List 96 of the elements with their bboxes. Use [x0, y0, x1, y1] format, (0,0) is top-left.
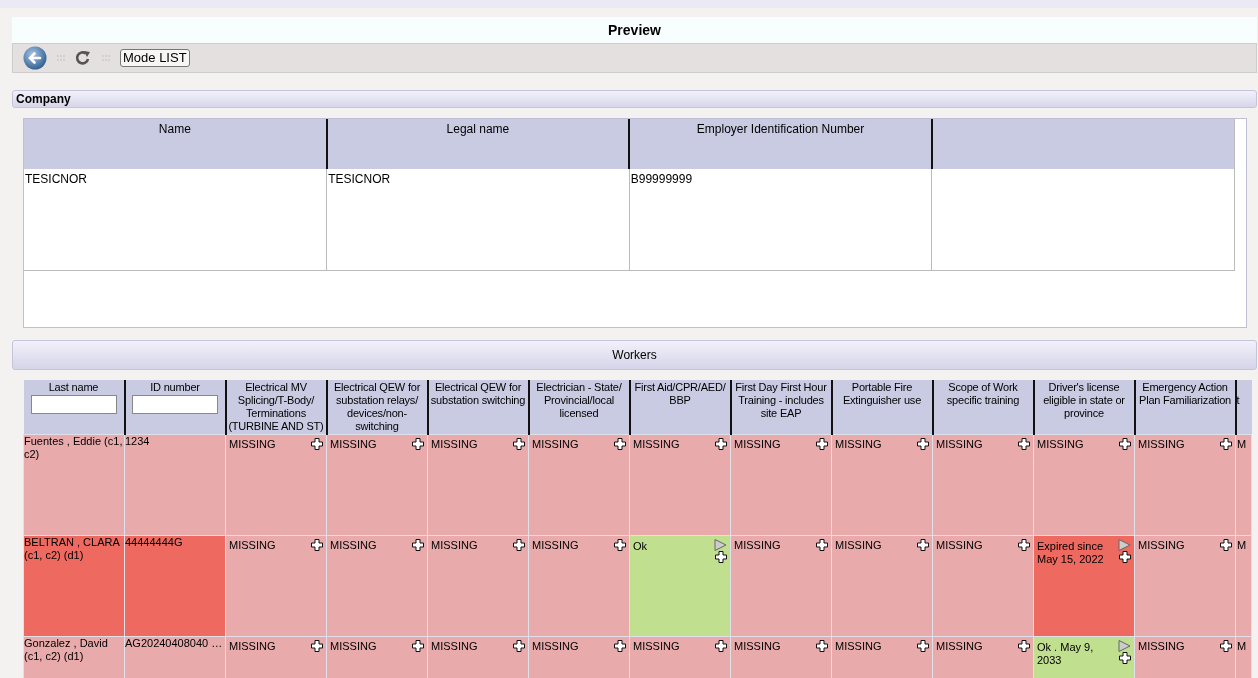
status-text: MISSING — [229, 539, 276, 552]
plus-icon[interactable] — [1220, 640, 1232, 652]
plus-icon[interactable] — [412, 640, 424, 652]
column-header: Electrician - State/ Provincial/local licensed — [528, 380, 630, 435]
section-header: Workers — [12, 340, 1257, 370]
plus-icon[interactable] — [917, 539, 929, 551]
status-text: MISSING — [229, 438, 276, 451]
plus-icon[interactable] — [412, 539, 424, 551]
status-text: MISSING — [835, 539, 882, 552]
column-header: Electrical MV Splicing/T-Body/ Terminations (TURBINE AND ST) — [225, 380, 327, 435]
plus-icon[interactable] — [614, 438, 626, 450]
plus-icon[interactable] — [715, 438, 727, 450]
status-text: MISSING — [734, 539, 781, 552]
plus-icon[interactable] — [1018, 640, 1030, 652]
column-header: Name — [24, 119, 327, 169]
plus-icon[interactable] — [1220, 539, 1232, 551]
table-cell: TESICNOR — [326, 169, 630, 270]
plus-icon[interactable] — [311, 539, 323, 551]
column-header: Electrical QEW for substation relays/ devices/non-switching — [326, 380, 428, 435]
status-text: MISSING — [229, 640, 276, 653]
mode-button[interactable]: Mode LIST — [120, 49, 190, 67]
status-text: MISSING — [936, 539, 983, 552]
column-header: Emergency Action Plan Familiarization — [1134, 380, 1236, 435]
table-cell: Gonzalez , David (c1, c2) (d1) — [23, 636, 125, 678]
filter-field[interactable] — [132, 395, 218, 414]
plus-icon[interactable] — [816, 640, 828, 652]
plus-icon[interactable] — [513, 640, 525, 652]
plus-icon[interactable] — [1118, 652, 1131, 664]
plus-icon[interactable] — [917, 438, 929, 450]
plus-icon[interactable] — [614, 539, 626, 551]
column-header: Electrical QEW for substation switching — [427, 380, 529, 435]
status-text: MISSING — [734, 640, 781, 653]
column-header: Employer Identification Number — [629, 119, 932, 169]
plus-icon[interactable] — [311, 640, 323, 652]
status-text: MISSING — [734, 438, 781, 451]
window-title: Preview — [12, 17, 1257, 43]
plus-icon[interactable] — [513, 438, 525, 450]
status-text: MISSING — [936, 640, 983, 653]
table-cell: 44444444G — [124, 535, 226, 637]
status-text: M — [1237, 640, 1247, 653]
column-header: Last name — [48, 381, 99, 393]
status-text: MISSING — [532, 640, 579, 653]
filter-field[interactable] — [30, 395, 117, 414]
table-cell: B99999999 — [629, 169, 932, 270]
column-header: Scope of Work specific training — [932, 380, 1034, 435]
status-text: MISSING — [835, 438, 882, 451]
plus-icon[interactable] — [715, 640, 727, 652]
status-text: MISSING — [633, 438, 680, 451]
status-text: MISSING — [1138, 438, 1185, 451]
status-text: MISSING — [330, 539, 377, 552]
status-text: MISSING — [330, 640, 377, 653]
status-text: MISSING — [936, 438, 983, 451]
table-cell: 1234 — [124, 434, 226, 536]
plus-icon[interactable] — [714, 551, 727, 563]
plus-icon[interactable] — [1119, 438, 1131, 450]
status-text: MISSING — [431, 640, 478, 653]
status-text: MISSING — [532, 539, 579, 552]
plus-icon[interactable] — [311, 438, 323, 450]
plus-icon[interactable] — [816, 438, 828, 450]
table-cell: BELTRAN , CLARA (c1, c2) (d1) — [23, 535, 125, 637]
plus-icon[interactable] — [513, 539, 525, 551]
column-header: Driver's license eligible in state or province — [1033, 380, 1135, 435]
plus-icon[interactable] — [917, 640, 929, 652]
column-header: First Day First Hour Training - includes site EAP — [730, 380, 832, 435]
status-text: Expired since May 15, 2022 — [1037, 539, 1105, 566]
status-text: MISSING — [1138, 539, 1185, 552]
status-text: M — [1237, 539, 1247, 552]
status-text: MISSING — [330, 438, 377, 451]
plus-icon[interactable] — [1018, 438, 1030, 450]
column-header: t — [1236, 394, 1240, 406]
status-text: MISSING — [633, 640, 680, 653]
plus-icon[interactable] — [1220, 438, 1232, 450]
plus-icon[interactable] — [614, 640, 626, 652]
column-header: Legal name — [326, 119, 630, 169]
refresh-icon[interactable] — [75, 50, 92, 66]
section-header: Company — [12, 90, 1257, 108]
plus-icon[interactable] — [1118, 551, 1131, 563]
status-text: Ok . May 9, 2033 — [1037, 640, 1095, 667]
column-header: Portable Fire Extinguisher use — [831, 380, 933, 435]
status-text: MISSING — [532, 438, 579, 451]
column-header: First Aid/CPR/AED/ BBP — [629, 380, 731, 435]
column-header: ID number — [150, 381, 200, 393]
table-cell: TESICNOR — [24, 169, 327, 270]
plus-icon[interactable] — [412, 438, 424, 450]
status-text: M — [1237, 438, 1247, 451]
status-text: MISSING — [1138, 640, 1185, 653]
table-cell: AG20240408040 … — [124, 636, 226, 678]
plus-icon[interactable] — [816, 539, 828, 551]
status-text: Ok — [633, 539, 648, 554]
status-text: MISSING — [431, 539, 478, 552]
plus-icon[interactable] — [1018, 539, 1030, 551]
status-text: MISSING — [835, 640, 882, 653]
back-icon[interactable] — [23, 46, 47, 70]
status-text: MISSING — [431, 438, 478, 451]
status-text: MISSING — [1037, 438, 1084, 451]
table-cell: Fuentes , Eddie (c1, c2) — [23, 434, 125, 536]
